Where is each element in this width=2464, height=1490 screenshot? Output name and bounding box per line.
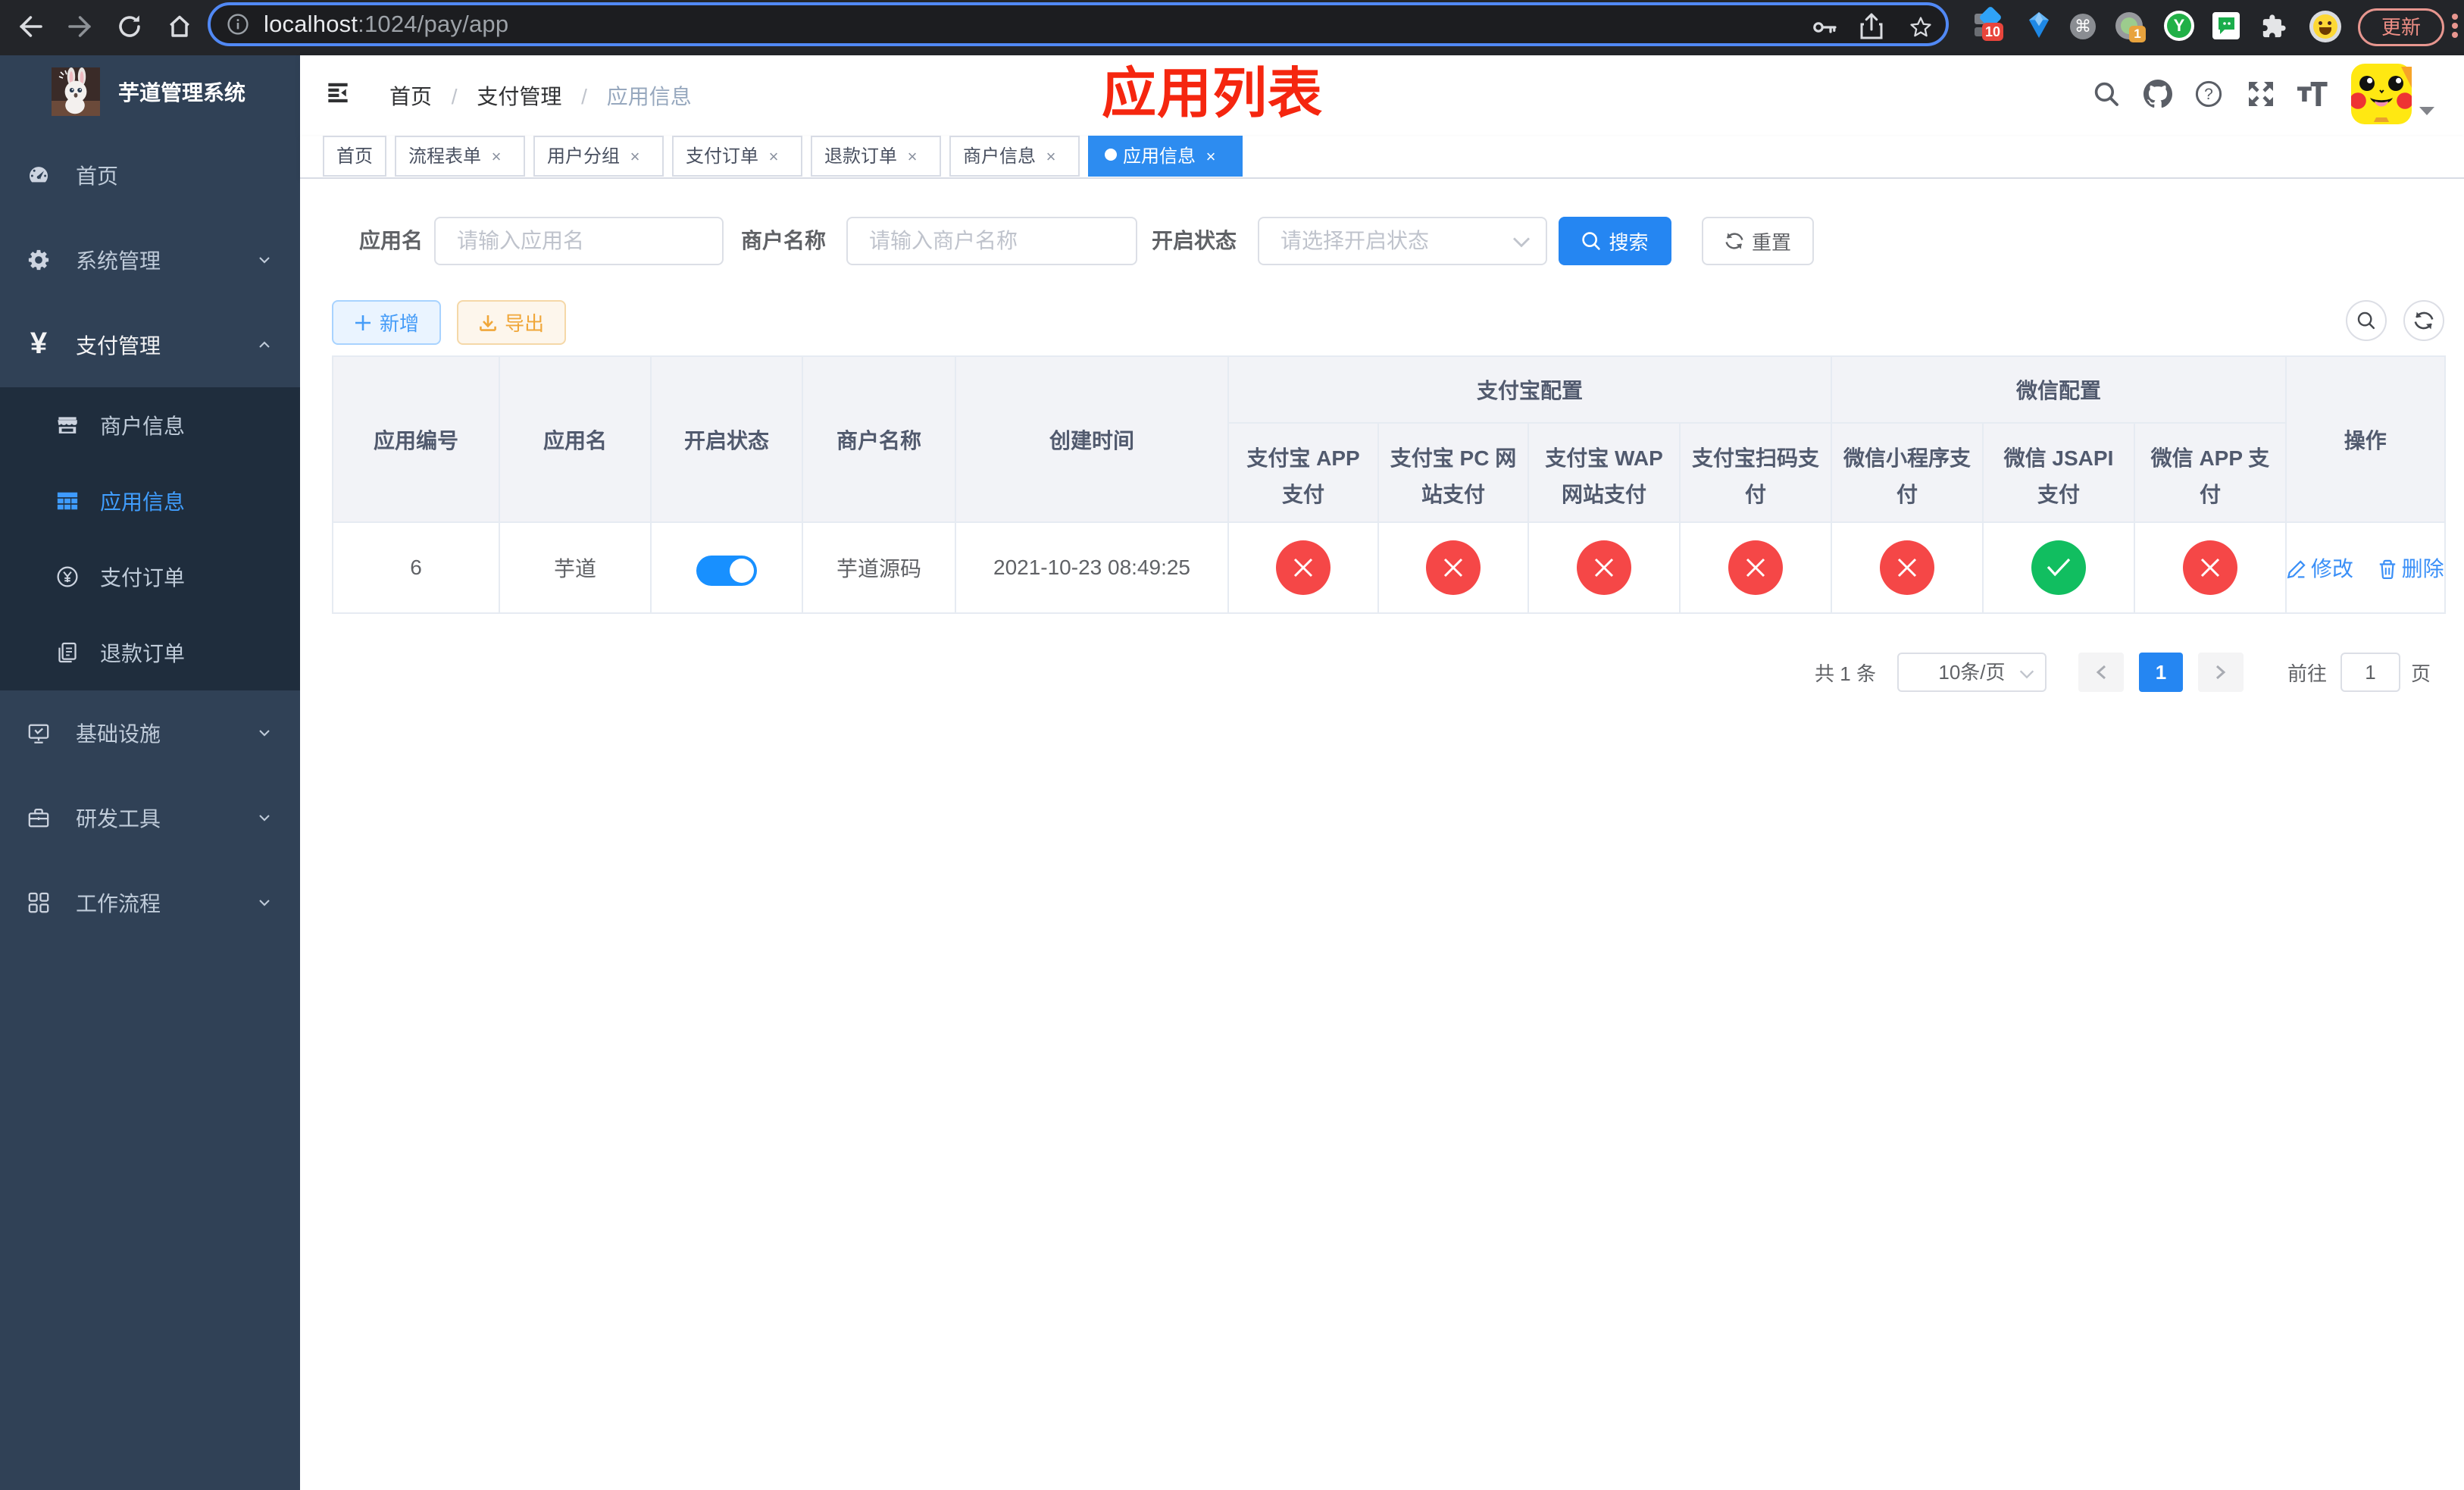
svg-text:?: ? — [2204, 86, 2213, 103]
